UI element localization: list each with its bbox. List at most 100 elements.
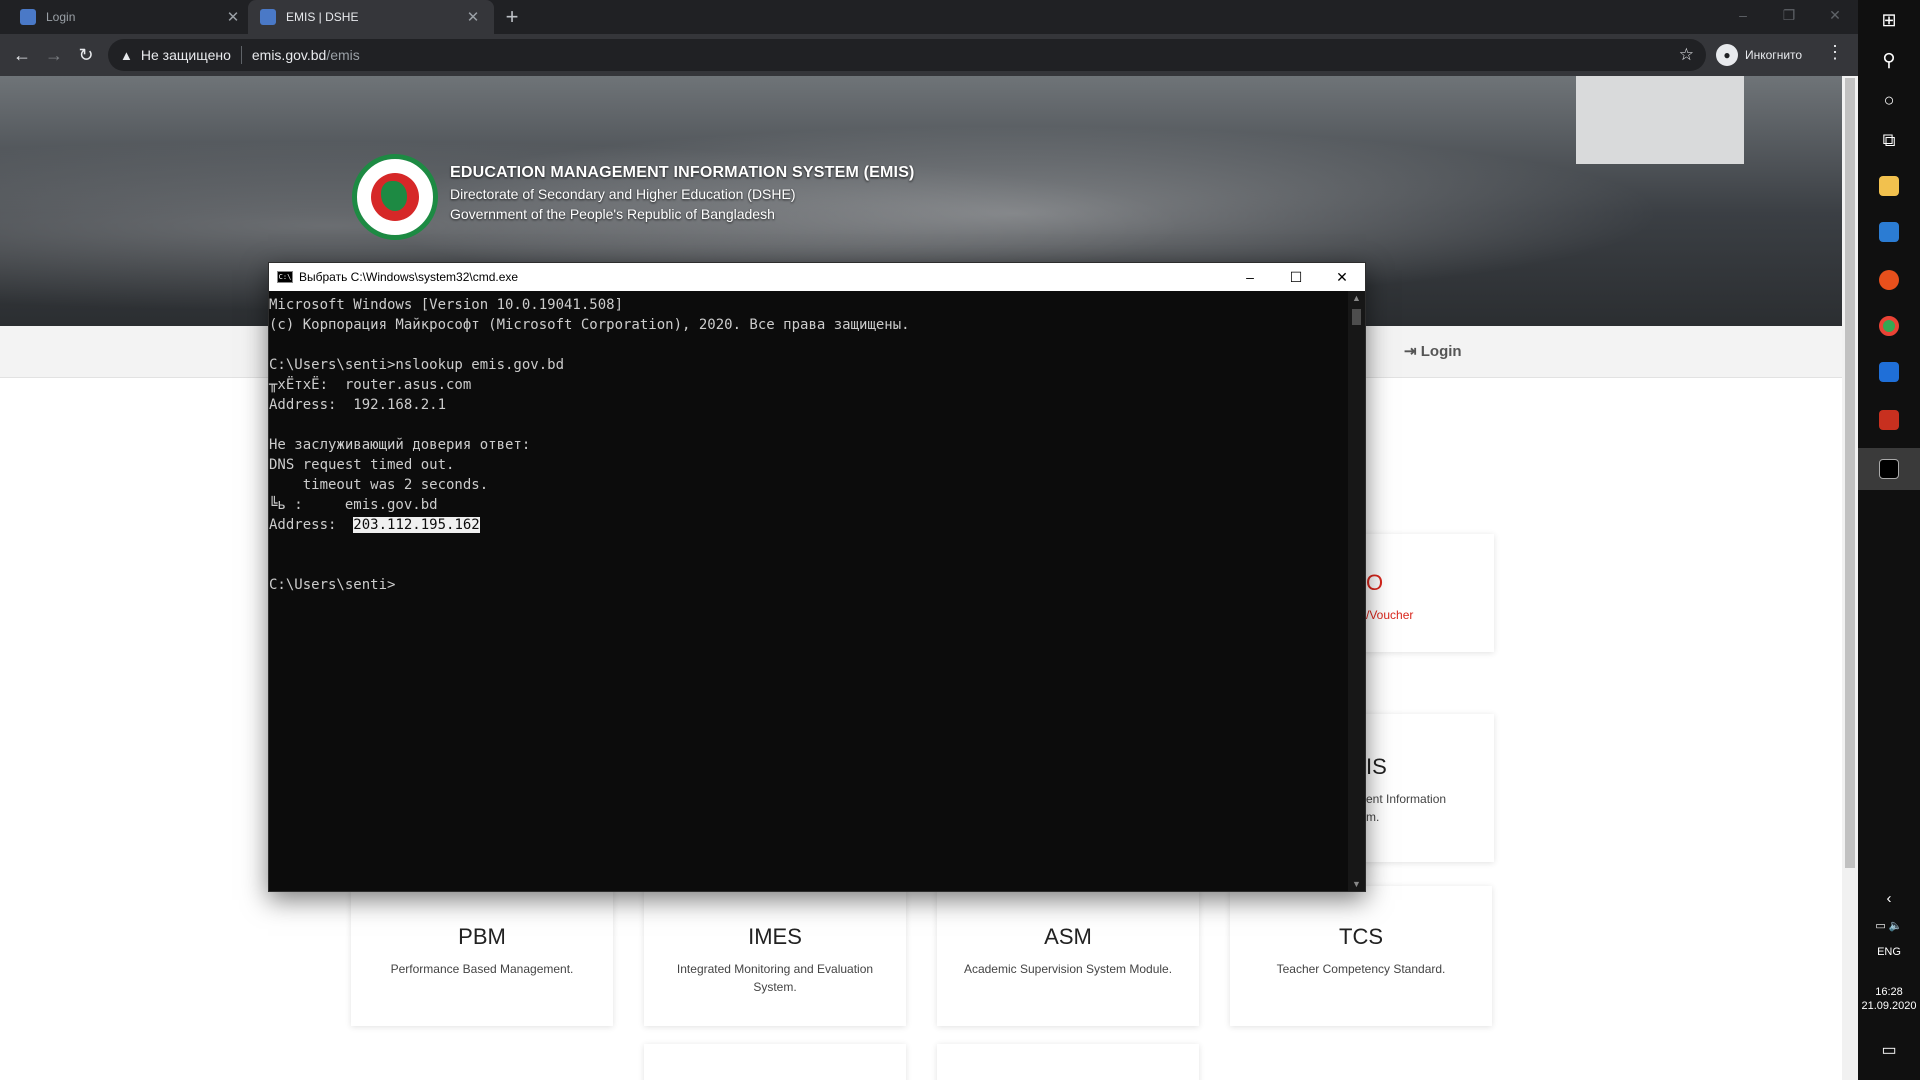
console-line: Не заслуживающий доверия ответ:	[269, 437, 531, 453]
cmd-scrollbar[interactable]: ▲ ▼	[1348, 291, 1365, 891]
bookmark-star-icon[interactable]: ☆	[1679, 45, 1694, 65]
search-icon[interactable]: ⚲	[1858, 40, 1920, 80]
console-line: ╚ь : emis.gov.bd	[269, 497, 438, 513]
console-line: Address: 192.168.2.1	[269, 397, 447, 413]
login-icon: ⇥	[1404, 343, 1421, 360]
logo-map	[381, 181, 407, 211]
scrollbar-thumb[interactable]	[1845, 78, 1855, 868]
tab-emis[interactable]: EMIS | DSHE ✕	[248, 0, 494, 34]
minimize-icon[interactable]: –	[1720, 0, 1766, 30]
banner-photo-screen	[1576, 76, 1744, 164]
console-line: DNS request timed out.	[269, 457, 455, 473]
incognito-label: Инкогнито	[1745, 48, 1803, 62]
nav-login-label: Login	[1420, 343, 1462, 360]
language-indicator[interactable]: ENG	[1858, 946, 1920, 958]
notification-icon[interactable]: ▭	[1858, 1040, 1920, 1060]
restore-icon[interactable]: ❐	[1766, 0, 1812, 30]
card-description: Academic Supervision System Module.	[963, 962, 1173, 976]
scroll-up-icon[interactable]: ▲	[1348, 293, 1365, 303]
tab-login[interactable]: Login ✕	[8, 0, 254, 34]
service-card-pbm[interactable]: PBM Performance Based Management.	[351, 886, 613, 1026]
browser-toolbar: ← → ↻ ▲ Не защищено emis.gov.bd/emis ☆ ●…	[0, 34, 1858, 76]
tray-expand-icon[interactable]: ‹	[1858, 890, 1920, 907]
service-card[interactable]	[937, 1044, 1199, 1080]
url-path[interactable]: /emis	[326, 47, 359, 63]
console-line: ╥хЁтхЁ: router.asus.com	[269, 377, 472, 393]
card-title: TCS	[1339, 924, 1383, 949]
edge-icon[interactable]	[1879, 362, 1899, 382]
cmd-titlebar[interactable]: C:\ Выбрать C:\Windows\system32\cmd.exe …	[269, 263, 1365, 291]
scroll-down-icon[interactable]: ▼	[1348, 879, 1365, 889]
browser-app-icon[interactable]	[1879, 270, 1899, 290]
tab-title: Login	[46, 10, 76, 24]
windows-start-icon[interactable]: ⊞	[1858, 0, 1920, 40]
favicon-icon	[260, 9, 276, 25]
close-icon[interactable]: ✕	[224, 8, 242, 26]
console-line: Microsoft Windows [Version 10.0.19041.50…	[269, 297, 624, 313]
nav-login-link[interactable]: ⇥ Login	[1404, 342, 1462, 360]
page-scrollbar[interactable]	[1842, 76, 1858, 1080]
cmd-console-output[interactable]: Microsoft Windows [Version 10.0.19041.50…	[269, 291, 1349, 891]
service-card-tcs[interactable]: TCS Teacher Competency Standard.	[1230, 886, 1492, 1026]
service-card[interactable]	[644, 1044, 906, 1080]
console-line: C:\Users\senti>nslookup emis.gov.bd	[269, 357, 565, 373]
card-description: Performance Based Management.	[390, 962, 574, 976]
site-title: EDUCATION MANAGEMENT INFORMATION SYSTEM …	[450, 164, 915, 181]
file-explorer-icon[interactable]	[1879, 176, 1899, 196]
card-description: Teacher Competency Standard.	[1276, 962, 1446, 976]
close-window-icon[interactable]: ✕	[1812, 0, 1858, 30]
security-label[interactable]: Не защищено	[141, 47, 231, 63]
government-logo[interactable]	[352, 154, 438, 240]
chrome-icon[interactable]	[1879, 316, 1899, 336]
cortana-icon[interactable]: ○	[1858, 80, 1920, 120]
console-line: timeout was 2 seconds.	[269, 477, 489, 493]
incognito-icon: ●	[1716, 44, 1738, 66]
card-title: PBM	[458, 924, 506, 949]
close-icon[interactable]: ✕	[1319, 263, 1365, 291]
cmd-window[interactable]: C:\ Выбрать C:\Windows\system32\cmd.exe …	[268, 262, 1366, 892]
url-host[interactable]: emis.gov.bd	[252, 47, 326, 63]
address-label: Address:	[269, 517, 354, 533]
cmd-taskbar-icon[interactable]	[1879, 459, 1899, 479]
clock-date[interactable]: 21.09.2020	[1858, 1000, 1920, 1012]
service-card-imes[interactable]: IMES Integrated Monitoring and Evaluatio…	[644, 886, 906, 1026]
console-line: Address: 203.112.195.162	[269, 515, 1349, 535]
site-subtitle: Directorate of Secondary and Higher Educ…	[450, 186, 796, 202]
service-card-asm[interactable]: ASM Academic Supervision System Module.	[937, 886, 1199, 1026]
cmd-icon: C:\	[277, 271, 293, 283]
card-title: ASM	[1044, 924, 1092, 949]
browser-tab-strip: Login ✕ EMIS | DSHE ✕ + – ❐ ✕	[0, 0, 1858, 34]
reload-icon[interactable]: ↻	[72, 42, 100, 68]
divider	[240, 46, 242, 64]
menu-icon[interactable]: ⋮	[1826, 42, 1844, 63]
back-icon[interactable]: ←	[8, 42, 36, 68]
system-tray: ‹ ▭ 🔈 ENG 16:28 21.09.2020	[1858, 890, 1920, 1012]
site-subtitle: Government of the People's Republic of B…	[450, 206, 775, 222]
maximize-icon[interactable]: ☐	[1273, 263, 1319, 291]
minimize-icon[interactable]: –	[1227, 263, 1273, 291]
incognito-indicator[interactable]: ● Инкогнито	[1716, 41, 1802, 69]
app-icon[interactable]	[1879, 410, 1899, 430]
clock-time[interactable]: 16:28	[1858, 986, 1920, 998]
console-prompt[interactable]: C:\Users\senti>	[269, 575, 1349, 595]
cmd-title: Выбрать C:\Windows\system32\cmd.exe	[299, 270, 519, 284]
mail-icon[interactable]	[1879, 222, 1899, 242]
warning-icon[interactable]: ▲	[120, 48, 133, 63]
console-line: (c) Корпорация Майкрософт (Microsoft Cor…	[269, 317, 910, 333]
close-icon[interactable]: ✕	[464, 8, 482, 26]
card-description: Integrated Monitoring and Evaluation Sys…	[676, 962, 874, 994]
scrollbar-thumb[interactable]	[1352, 309, 1361, 325]
windows-taskbar: ⊞ ⚲ ○ ⧉ ‹ ▭ 🔈 ENG 16:28 21.09.2020 ▭	[1858, 0, 1920, 1080]
address-bar[interactable]: ▲ Не защищено emis.gov.bd/emis ☆	[108, 39, 1706, 71]
new-tab-button[interactable]: +	[499, 4, 525, 30]
selected-ip-address[interactable]: 203.112.195.162	[353, 517, 480, 533]
forward-icon[interactable]: →	[40, 42, 68, 68]
favicon-icon	[20, 9, 36, 25]
brand-text: EDUCATION MANAGEMENT INFORMATION SYSTEM …	[450, 164, 915, 222]
task-view-icon[interactable]: ⧉	[1858, 120, 1920, 160]
network-volume-icons[interactable]: ▭ 🔈	[1858, 919, 1920, 932]
